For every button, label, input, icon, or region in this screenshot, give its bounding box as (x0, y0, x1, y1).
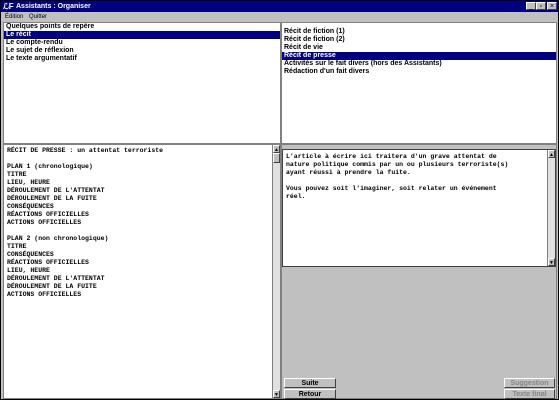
plan-text: RÉCIT DE PRESSE : un attentat terroriste… (7, 147, 164, 298)
subtopic-item[interactable]: Récit de fiction (1) (282, 28, 556, 36)
back-button[interactable]: Retour (284, 389, 336, 399)
window-title: Assistants : Organiser (16, 3, 91, 10)
menu-bar: Édition Quitter (1, 12, 558, 22)
topic-item[interactable]: Le texte argumentatif (4, 55, 280, 63)
topic-item[interactable]: Quelques points de repère (4, 23, 280, 31)
plan-scrollbar[interactable]: ▲ ▼ (272, 145, 280, 398)
subtopic-item[interactable]: Récit de vie (282, 44, 556, 52)
instructions-panel: L'article à écrire ici traitera d'un gra… (281, 144, 557, 399)
instructions-box: L'article à écrire ici traitera d'un gra… (282, 149, 556, 267)
topic-item-selected[interactable]: Le récit (4, 31, 280, 39)
scroll-up-arrow-icon[interactable]: ▲ (548, 150, 555, 158)
topic-item[interactable]: Le compte-rendu (4, 39, 280, 47)
app-icon: ℒF (3, 2, 14, 11)
subtopic-item[interactable]: Activités sur le fait divers (hors des A… (282, 60, 556, 68)
subtopic-item[interactable]: Récit de fiction (2) (282, 36, 556, 44)
subtopic-item-selected[interactable]: Récit de presse (282, 52, 556, 60)
menu-edition[interactable]: Édition (5, 12, 23, 22)
topics-list: Quelques points de repère Le récit Le co… (3, 22, 281, 144)
topic-item[interactable]: Le sujet de réflexion (4, 47, 280, 55)
suggestion-button[interactable]: Suggestion (504, 378, 555, 388)
instructions-scrollbar[interactable]: ▲ ▼ (547, 150, 555, 266)
maximize-button[interactable]: ▫ (536, 2, 546, 10)
plan-panel: RÉCIT DE PRESSE : un attentat terroriste… (3, 144, 281, 399)
subtopics-list: Récit de fiction (1) Récit de fiction (2… (281, 22, 557, 144)
final-text-button[interactable]: Texte final (504, 389, 555, 399)
instructions-text: L'article à écrire ici traitera d'un gra… (286, 153, 509, 200)
menu-quitter[interactable]: Quitter (29, 12, 47, 22)
close-button[interactable]: × (547, 2, 557, 10)
subtopic-item[interactable]: Rédaction d'un fait divers (282, 68, 556, 76)
next-button[interactable]: Suite (284, 378, 336, 388)
scroll-thumb[interactable] (273, 153, 280, 163)
scroll-up-arrow-icon[interactable]: ▲ (273, 145, 280, 153)
scroll-down-arrow-icon[interactable]: ▼ (273, 390, 280, 398)
assistant-window: ℒF Assistants : Organiser _ ▫ × Édition … (0, 0, 559, 400)
scroll-down-arrow-icon[interactable]: ▼ (548, 258, 555, 266)
minimize-button[interactable]: _ (526, 2, 536, 10)
title-bar: ℒF Assistants : Organiser _ ▫ × (1, 1, 558, 12)
